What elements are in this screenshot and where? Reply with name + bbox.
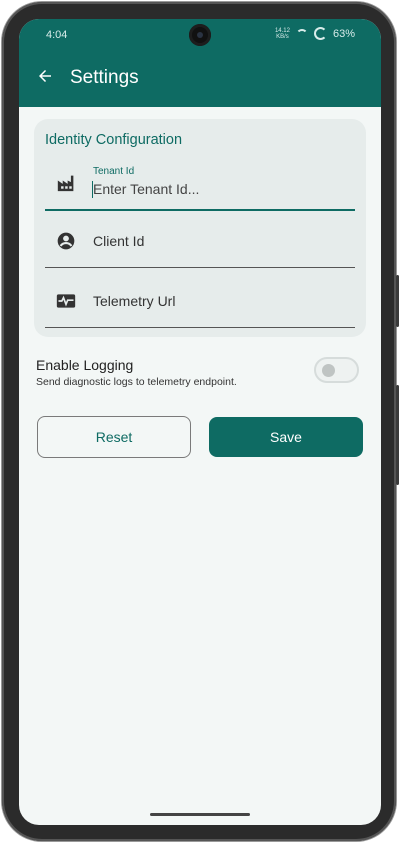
sync-icon (313, 27, 327, 40)
status-bar: 4:04 14.12 KB/s 63% (19, 19, 381, 49)
home-indicator[interactable] (150, 813, 250, 816)
status-icons: 14.12 KB/s 63% (275, 27, 355, 40)
toggle-knob (322, 364, 335, 377)
client-id-placeholder: Client Id (93, 233, 145, 249)
battery-level: 63% (332, 27, 355, 40)
enable-logging-subtitle: Send diagnostic logs to telemetry endpoi… (36, 376, 237, 388)
monitor-heartbeat-icon (55, 290, 77, 312)
telemetry-url-underline (45, 327, 355, 328)
client-id-field[interactable]: Client Id (45, 216, 355, 268)
app-screen: 4:04 14.12 KB/s 63% Settings Identity Con… (19, 19, 381, 825)
tenant-id-underline (45, 209, 355, 211)
network-speed: 14.12 KB/s (274, 27, 290, 40)
arrow-left-icon (39, 70, 51, 82)
wifi-icon (295, 28, 308, 39)
account-circle-icon (55, 230, 77, 252)
phone-frame: 4:04 14.12 KB/s 63% Settings Identity Con… (2, 2, 396, 841)
app-bar: 4:04 14.12 KB/s 63% Settings (19, 19, 381, 107)
identity-configuration-card: Identity Configuration Tenant Id Enter T… (34, 119, 366, 337)
volume-button (396, 275, 399, 327)
front-camera (189, 24, 211, 46)
enable-logging-toggle[interactable] (314, 357, 359, 383)
tenant-id-field[interactable]: Tenant Id (45, 157, 355, 211)
enable-logging-row: Enable Logging Send diagnostic logs to t… (36, 355, 366, 395)
save-button[interactable]: Save (209, 417, 363, 457)
page-title: Settings (70, 67, 139, 88)
power-button (396, 385, 399, 485)
client-id-underline (45, 267, 355, 268)
telemetry-url-field[interactable]: Telemetry Url (45, 276, 355, 328)
reset-button[interactable]: Reset (37, 416, 191, 458)
card-title: Identity Configuration (45, 132, 183, 148)
enable-logging-title: Enable Logging (36, 357, 134, 373)
back-button[interactable] (33, 64, 57, 88)
telemetry-url-placeholder: Telemetry Url (93, 293, 176, 309)
tenant-id-label: Tenant Id (93, 166, 135, 177)
factory-icon (55, 172, 77, 194)
tenant-id-input[interactable] (93, 181, 343, 197)
status-time: 4:04 (46, 29, 68, 41)
